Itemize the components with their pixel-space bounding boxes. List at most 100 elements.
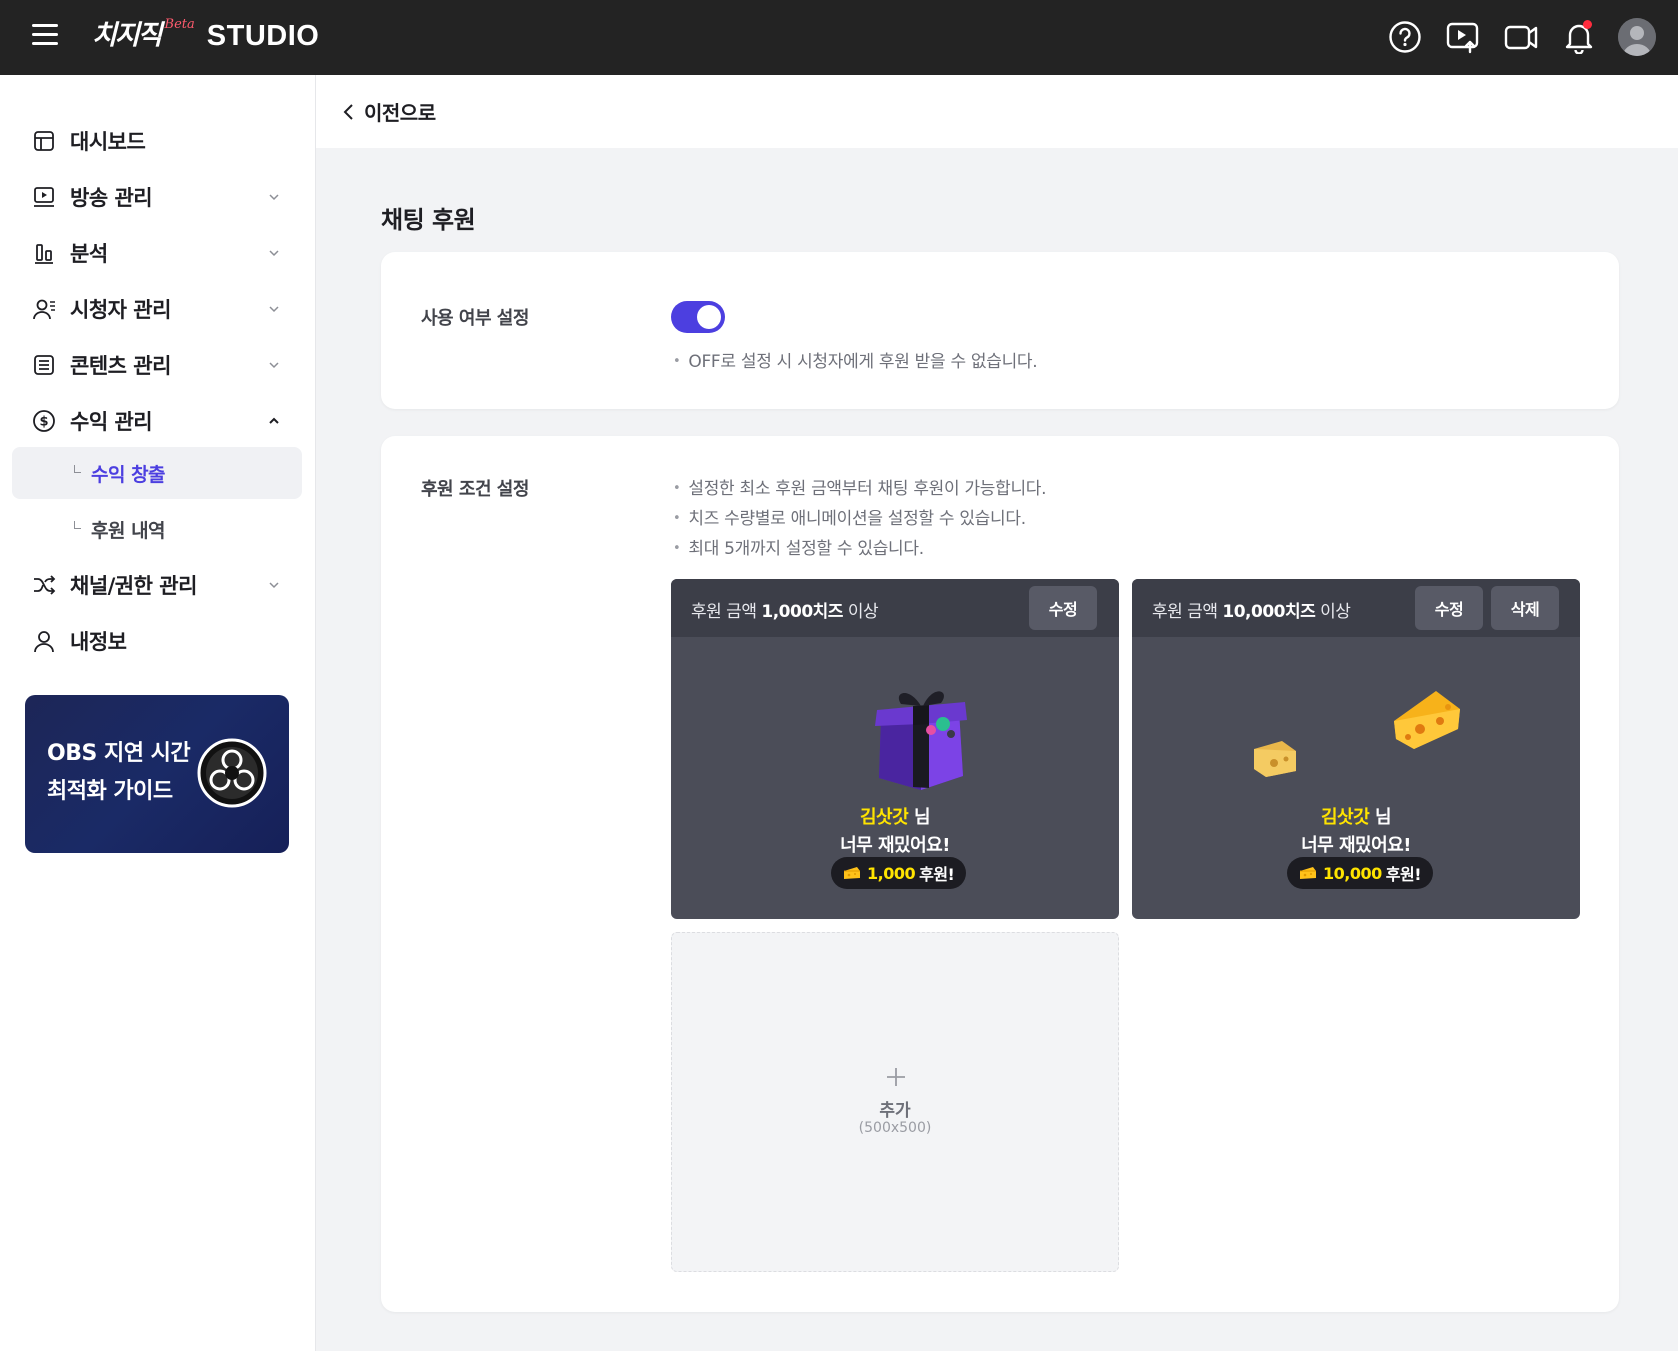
- tile-header: 후원 금액 1,000치즈 이상 수정: [671, 579, 1119, 637]
- tile-title: 후원 금액 1,000치즈 이상: [691, 597, 879, 622]
- cheese-icon: [844, 867, 860, 879]
- chevron-down-icon: [269, 362, 279, 369]
- donor-line: 김삿갓 님: [1132, 803, 1580, 829]
- tile-title-prefix: 후원 금액: [1152, 602, 1223, 622]
- toggle-knob: [697, 305, 721, 329]
- bell-icon[interactable]: [1558, 16, 1600, 58]
- sidebar-subitem-donation-history[interactable]: 후원 내역: [12, 503, 302, 555]
- donation-message: 너무 재밌어요!: [1301, 835, 1411, 856]
- sidebar-item-broadcast[interactable]: 방송 관리: [12, 171, 302, 223]
- sidebar-item-content[interactable]: 콘텐츠 관리: [12, 339, 302, 391]
- tile-title-amount: 10,000치즈: [1222, 602, 1316, 622]
- header-icons: [1384, 16, 1658, 58]
- condition-note: 최대 5개까지 설정할 수 있습니다.: [673, 534, 924, 559]
- add-size-hint: (500x500): [858, 1120, 932, 1136]
- usage-setting-label: 사용 여부 설정: [421, 308, 529, 329]
- chevron-left-icon: [343, 103, 353, 120]
- sidebar-item-label: 대시보드: [70, 130, 146, 154]
- tile-title: 후원 금액 10,000치즈 이상: [1152, 597, 1351, 622]
- sidebar-item-revenue[interactable]: $ 수익 관리: [12, 395, 302, 447]
- pill-suffix: 후원!: [1385, 865, 1422, 884]
- tile-header: 후원 금액 10,000치즈 이상 수정 삭제: [1132, 579, 1580, 637]
- tile-title-amount: 1,000치즈: [761, 602, 843, 622]
- bar-chart-icon: [35, 244, 53, 264]
- sidebar-subitem-monetization[interactable]: 수익 창출: [12, 447, 302, 499]
- hamburger-menu-icon[interactable]: [32, 24, 58, 46]
- sidebar-item-label: 방송 관리: [70, 186, 153, 210]
- obs-guide-banner[interactable]: OBS 지연 시간 최적화 가이드: [25, 695, 289, 853]
- condition-note: 설정한 최소 후원 금액부터 채팅 후원이 가능합니다.: [673, 474, 1046, 499]
- sub-item-marker: [74, 521, 81, 529]
- sidebar-item-dashboard[interactable]: 대시보드: [12, 115, 302, 167]
- plus-icon: [887, 1068, 905, 1086]
- usage-toggle[interactable]: [671, 301, 725, 333]
- video-camera-icon[interactable]: [1500, 16, 1542, 58]
- avatar[interactable]: [1616, 16, 1658, 58]
- broadcast-upload-icon[interactable]: [1442, 16, 1484, 58]
- logo-studio-text: STUDIO: [206, 20, 320, 52]
- dashboard-icon: [34, 131, 54, 151]
- donation-condition-label: 후원 조건 설정: [421, 479, 529, 500]
- tile-title-suffix: 이상: [1315, 602, 1351, 622]
- viewer-icon: [33, 299, 55, 320]
- donation-condition-card: 후원 조건 설정 설정한 최소 후원 금액부터 채팅 후원이 가능합니다. 치즈…: [381, 436, 1619, 1312]
- sidebar-item-label: 내정보: [70, 630, 127, 654]
- page-title: 채팅 후원: [381, 206, 476, 234]
- tile-title-prefix: 후원 금액: [691, 602, 762, 622]
- usage-note: OFF로 설정 시 시청자에게 후원 받을 수 없습니다.: [673, 347, 1037, 372]
- donor-suffix: 님: [908, 807, 931, 828]
- dollar-circle-icon: $: [33, 410, 55, 432]
- logo-text: 치지직: [92, 20, 163, 51]
- donation-amount-pill: 1,000 후원!: [831, 857, 967, 889]
- donor-line: 김삿갓 님: [671, 803, 1119, 829]
- gift-box-icon: [875, 691, 967, 790]
- cheese-icon: [1300, 867, 1316, 879]
- sidebar-item-analytics[interactable]: 분석: [12, 227, 302, 279]
- sidebar-subitem-label: 수익 창출: [91, 464, 166, 486]
- donor-suffix: 님: [1369, 807, 1392, 828]
- donation-amount-pill: 10,000 후원!: [1287, 857, 1433, 889]
- donation-message: 너무 재밌어요!: [840, 835, 950, 856]
- obs-banner-line1: OBS 지연 시간: [47, 741, 191, 766]
- donation-tile: 후원 금액 10,000치즈 이상 수정 삭제 김삿갓 님 너무 재밌어요! 1…: [1132, 579, 1580, 919]
- beta-badge: Beta: [164, 17, 195, 32]
- small-cheese-icon: [1254, 741, 1296, 777]
- studio-logo[interactable]: 치지직 Beta STUDIO: [92, 14, 319, 58]
- sidebar-item-label: 채널/권한 관리: [70, 574, 197, 598]
- delete-button[interactable]: 삭제: [1491, 586, 1559, 630]
- obs-banner-text: OBS 지연 시간 최적화 가이드: [47, 735, 191, 811]
- chevron-down-icon: [269, 582, 279, 589]
- obs-banner-line2: 최적화 가이드: [47, 779, 173, 804]
- sidebar-subitem-label: 후원 내역: [91, 520, 166, 542]
- pill-suffix: 후원!: [919, 865, 955, 884]
- sidebar-item-viewers[interactable]: 시청자 관리: [12, 283, 302, 335]
- add-label: 추가: [879, 1101, 911, 1121]
- sidebar-item-label: 분석: [70, 242, 108, 266]
- back-label: 이전으로: [364, 101, 436, 125]
- broadcast-monitor-icon: [34, 187, 54, 207]
- edit-button[interactable]: 수정: [1029, 586, 1097, 630]
- donor-name: 김삿갓: [859, 807, 909, 828]
- donation-tile: 후원 금액 1,000치즈 이상 수정 김삿갓 님 너무 재밌어요! 1,000…: [671, 579, 1119, 919]
- content-list-icon: [34, 355, 54, 375]
- pill-amount: 1,000: [867, 863, 916, 883]
- sidebar-item-channel-permissions[interactable]: 채널/권한 관리: [12, 559, 302, 611]
- obs-logo-icon: [197, 738, 267, 808]
- notification-dot: [1583, 20, 1592, 29]
- back-link[interactable]: 이전으로: [342, 97, 436, 126]
- condition-note: 치즈 수량별로 애니메이션을 설정할 수 있습니다.: [673, 504, 1026, 529]
- add-condition-tile[interactable]: 추가 (500x500): [671, 932, 1119, 1272]
- large-cheese-icon: [1394, 691, 1460, 749]
- sidebar-item-label: 시청자 관리: [70, 298, 171, 322]
- back-bar: 이전으로: [316, 75, 1678, 148]
- top-header: 치지직 Beta STUDIO: [0, 0, 1678, 75]
- edit-button[interactable]: 수정: [1415, 586, 1483, 630]
- sidebar: 대시보드 방송 관리 분석 시청자 관리 콘텐츠 관리 $ 수익 관리 수익 창…: [0, 75, 316, 1351]
- sidebar-item-my-info[interactable]: 내정보: [12, 615, 302, 667]
- user-icon: [34, 631, 54, 653]
- svg-text:$: $: [39, 415, 48, 430]
- sub-item-marker: [74, 465, 81, 473]
- sidebar-item-label: 콘텐츠 관리: [70, 354, 171, 378]
- help-icon[interactable]: [1384, 16, 1426, 58]
- pill-amount: 10,000: [1323, 863, 1382, 883]
